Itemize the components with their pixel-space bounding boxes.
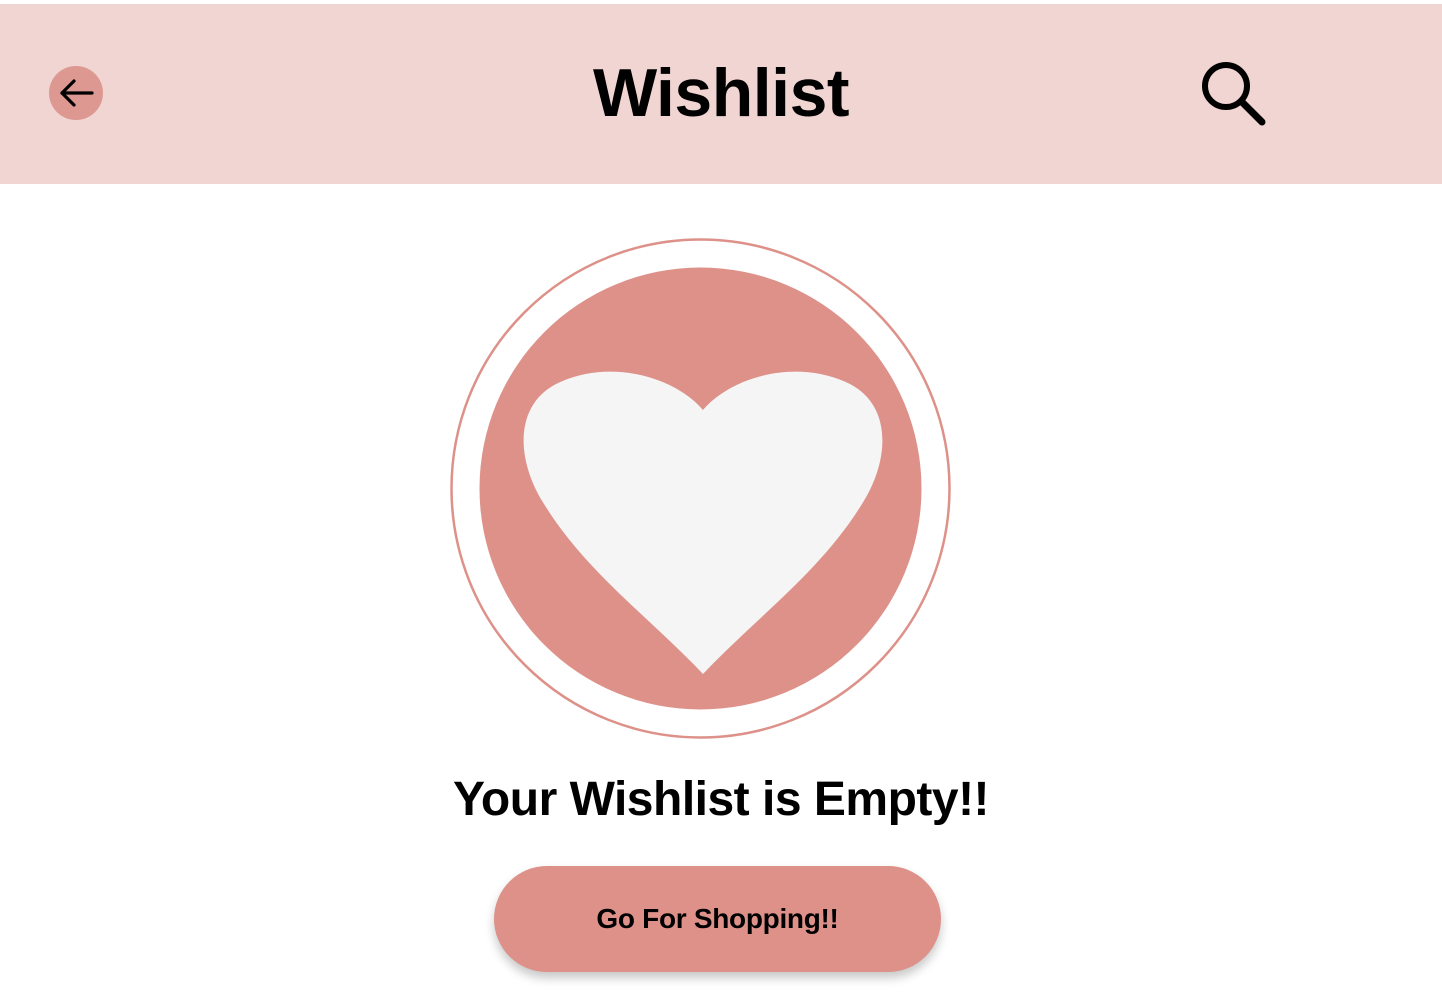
- empty-wishlist-message: Your Wishlist is Empty!!: [452, 773, 990, 826]
- search-icon: [1202, 62, 1266, 126]
- empty-wishlist-illustration: [448, 236, 953, 741]
- app-header: Wishlist: [0, 4, 1442, 184]
- search-button[interactable]: [1196, 58, 1272, 130]
- go-shopping-button[interactable]: Go For Shopping!!: [494, 866, 941, 972]
